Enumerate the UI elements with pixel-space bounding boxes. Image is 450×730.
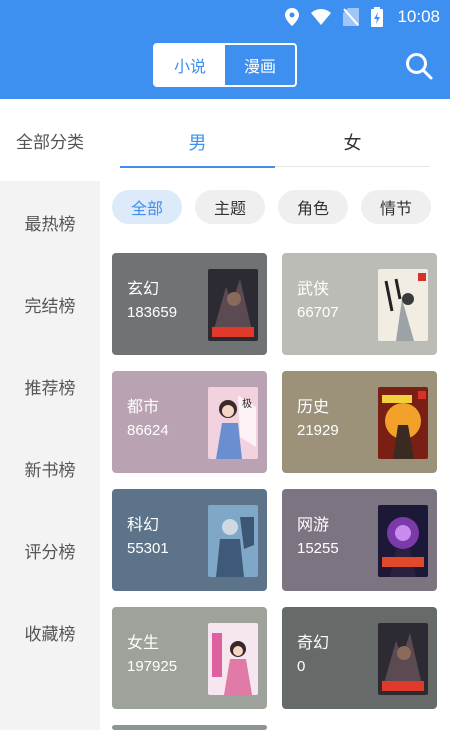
search-button[interactable] <box>404 51 434 81</box>
category-card[interactable]: 都市 86624 极 <box>112 371 267 473</box>
category-card[interactable]: 历史 21929 <box>282 371 437 473</box>
chip-theme[interactable]: 主题 <box>195 190 265 224</box>
gender-tabs: 男 女 <box>120 118 430 168</box>
sidebar-item-rating[interactable]: 评分榜 <box>0 538 100 563</box>
tab-comic[interactable]: 漫画 <box>225 45 295 85</box>
chip-plot[interactable]: 情节 <box>361 190 431 224</box>
location-icon <box>285 8 300 26</box>
category-count: 55301 <box>127 540 169 557</box>
category-count: 15255 <box>297 540 339 557</box>
category-card[interactable]: 科幻 55301 <box>112 489 267 591</box>
tab-female[interactable]: 女 <box>275 118 430 166</box>
battery-charging-icon <box>371 7 384 27</box>
book-cover-image <box>378 269 428 341</box>
category-card[interactable]: 玄幻 183659 <box>112 253 267 355</box>
category-name: 科幻 <box>127 515 160 534</box>
category-name: 玄幻 <box>127 279 160 298</box>
book-cover-image <box>208 623 258 695</box>
category-card[interactable]: 网游 15255 <box>282 489 437 591</box>
chip-all[interactable]: 全部 <box>112 190 182 224</box>
category-name: 女生 <box>127 633 160 652</box>
active-tab-indicator <box>120 166 275 168</box>
category-count: 86624 <box>127 422 169 439</box>
category-card[interactable]: 女生 197925 <box>112 607 267 709</box>
category-count: 0 <box>297 658 306 675</box>
tab-divider <box>275 166 430 167</box>
sidebar-item-favorites[interactable]: 收藏榜 <box>0 620 100 645</box>
tab-novel[interactable]: 小说 <box>155 45 225 85</box>
status-bar: 10:08 <box>285 6 440 28</box>
sidebar-item-all-categories[interactable]: 全部分类 <box>0 99 100 181</box>
category-name: 武侠 <box>297 279 330 298</box>
wifi-icon <box>311 9 332 25</box>
status-time: 10:08 <box>397 7 440 26</box>
book-cover-image <box>378 387 428 459</box>
chip-role[interactable]: 角色 <box>278 190 348 224</box>
sidebar-item-new-books[interactable]: 新书榜 <box>0 456 100 481</box>
category-count: 183659 <box>127 304 178 321</box>
no-sim-icon <box>343 8 360 26</box>
filter-chips: 全部 主题 角色 情节 <box>112 190 442 224</box>
tab-male[interactable]: 男 <box>120 118 275 166</box>
content-type-switch: 小说 漫画 <box>153 43 297 87</box>
category-name: 网游 <box>297 515 330 534</box>
svg-text:极: 极 <box>242 397 252 410</box>
category-count: 66707 <box>297 304 339 321</box>
category-name: 奇幻 <box>297 633 330 652</box>
sidebar-item-hottest[interactable]: 最热榜 <box>0 210 100 235</box>
book-cover-image <box>208 269 258 341</box>
book-cover-image: 极 <box>208 387 258 459</box>
search-icon <box>406 53 433 80</box>
category-name: 历史 <box>297 397 330 416</box>
category-card[interactable]: 奇幻 0 <box>282 607 437 709</box>
category-count: 21929 <box>297 422 339 439</box>
book-cover-image <box>378 623 428 695</box>
category-name: 都市 <box>127 397 160 416</box>
sidebar-item-completed[interactable]: 完结榜 <box>0 292 100 317</box>
app-header: 10:08 小说 漫画 <box>0 0 450 99</box>
category-card-partial[interactable] <box>112 725 267 730</box>
category-card[interactable]: 武侠 66707 <box>282 253 437 355</box>
category-count: 197925 <box>127 658 178 675</box>
sidebar-item-recommended[interactable]: 推荐榜 <box>0 374 100 399</box>
book-cover-image <box>208 505 258 577</box>
book-cover-image <box>378 505 428 577</box>
